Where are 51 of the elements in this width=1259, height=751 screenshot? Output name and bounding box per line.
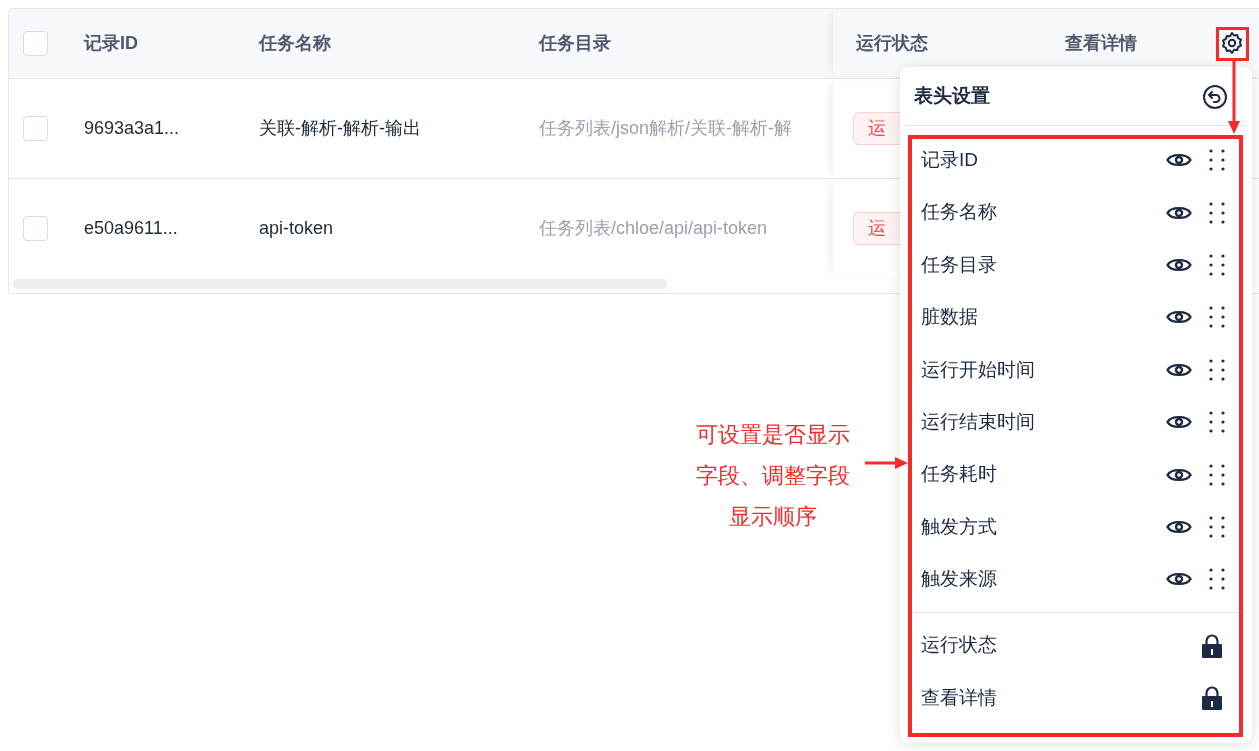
drag-handle-icon[interactable]: [1208, 462, 1226, 487]
column-option-label: 记录ID: [921, 147, 979, 172]
column-option-label: 运行状态: [921, 633, 998, 658]
settings-icon[interactable]: [1220, 31, 1244, 55]
annotation-arrow: [865, 456, 908, 470]
drag-handle-icon[interactable]: [1208, 200, 1226, 225]
table-cell-text: 关联-解析-解析-输出: [259, 117, 421, 140]
column-header: 记录ID: [84, 32, 138, 55]
column-option[interactable]: 查看详情: [900, 671, 1252, 725]
column-option[interactable]: 任务耗时: [900, 448, 1252, 501]
panel-title: 表头设置: [914, 84, 990, 109]
column-header: 查看详情: [1065, 33, 1137, 53]
table-cell-text: api-token: [259, 216, 334, 240]
drag-handle-icon[interactable]: [1208, 305, 1226, 330]
column-header: 任务名称: [259, 32, 331, 55]
drag-handle-icon[interactable]: [1208, 567, 1226, 592]
annotation-text: 显示顺序: [729, 503, 817, 531]
reset-icon[interactable]: [1202, 83, 1228, 110]
column-option[interactable]: 运行状态: [900, 619, 1252, 672]
column-option-label: 运行开始时间: [921, 357, 1036, 382]
column-option-label: 运行结束时间: [921, 409, 1036, 434]
column-option-label: 查看详情: [921, 685, 998, 710]
column-option-label: 触发来源: [921, 567, 998, 592]
annotation-text: 字段、调整字段: [696, 462, 850, 490]
drag-handle-icon[interactable]: [1208, 252, 1226, 277]
highlight-frame: [1216, 27, 1249, 61]
column-option[interactable]: 脏数据: [900, 291, 1252, 344]
drag-handle-icon[interactable]: [1208, 148, 1226, 173]
table-cell-text: 9693a3a1...: [84, 117, 180, 140]
table-cell-text: 任务列表/json解析/关联-解析-解: [539, 117, 792, 140]
lock-icon: [1202, 633, 1222, 658]
table-cell-text: 任务列表/chloe/api/api-token: [539, 216, 768, 240]
row-checkbox[interactable]: [23, 116, 48, 141]
drag-handle-icon[interactable]: [1208, 410, 1226, 435]
column-option-label: 触发方式: [921, 514, 998, 539]
select-all-checkbox[interactable]: [23, 31, 48, 56]
column-option-label: 脏数据: [921, 305, 979, 330]
column-option[interactable]: 触发方式: [900, 500, 1252, 554]
annotation-text: 可设置是否显示: [696, 421, 850, 449]
column-option-label: 任务目录: [921, 252, 998, 277]
column-option-label: 任务耗时: [921, 462, 998, 487]
row-checkbox[interactable]: [23, 215, 48, 241]
column-header: 运行状态: [856, 33, 928, 53]
drag-handle-icon[interactable]: [1208, 514, 1226, 539]
table-cell-text: e50a9611...: [84, 216, 178, 240]
lock-icon: [1202, 686, 1222, 711]
column-header: 任务目录: [539, 32, 611, 55]
column-option[interactable]: 运行开始时间: [900, 343, 1252, 396]
column-option[interactable]: 触发来源: [900, 553, 1252, 606]
drag-handle-icon[interactable]: [1208, 357, 1226, 382]
column-option[interactable]: 运行结束时间: [900, 395, 1252, 449]
